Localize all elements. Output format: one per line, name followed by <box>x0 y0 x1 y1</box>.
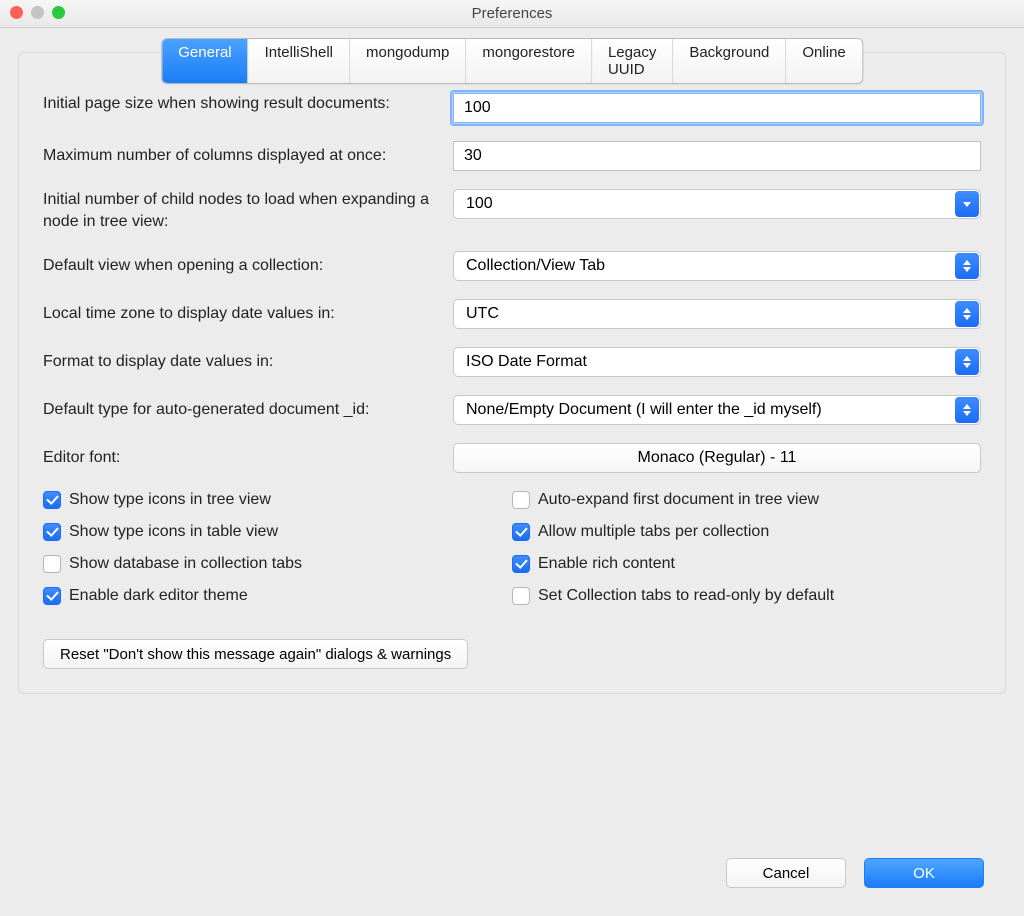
tab-online[interactable]: Online <box>786 39 861 83</box>
chevron-down-icon <box>955 191 979 217</box>
child-nodes-select[interactable]: 100 <box>453 189 981 219</box>
default-view-select[interactable]: Collection/View Tab <box>453 251 981 281</box>
checkbox-label: Auto-expand first document in tree view <box>538 491 819 509</box>
tab-general[interactable]: General <box>162 39 248 83</box>
date-format-select[interactable]: ISO Date Format <box>453 347 981 377</box>
reset-dialogs-button[interactable]: Reset "Don't show this message again" di… <box>43 639 468 669</box>
tab-background[interactable]: Background <box>673 39 786 83</box>
tab-intellishell[interactable]: IntelliShell <box>249 39 350 83</box>
tab-mongorestore[interactable]: mongorestore <box>466 39 592 83</box>
window-title: Preferences <box>472 5 553 22</box>
checkbox-icon <box>43 555 61 573</box>
updown-icon <box>955 253 979 279</box>
date-format-label: Format to display date values in: <box>43 351 453 373</box>
checkbox-label: Enable rich content <box>538 555 675 573</box>
checkbox-icon <box>43 491 61 509</box>
max-columns-input[interactable] <box>453 141 981 171</box>
check-table-icons[interactable]: Show type icons in table view <box>43 523 512 541</box>
check-dark-theme[interactable]: Enable dark editor theme <box>43 587 512 605</box>
ok-button[interactable]: OK <box>864 858 984 888</box>
timezone-select[interactable]: UTC <box>453 299 981 329</box>
cancel-button[interactable]: Cancel <box>726 858 846 888</box>
updown-icon <box>955 301 979 327</box>
checkbox-label: Enable dark editor theme <box>69 587 248 605</box>
id-type-label: Default type for auto-generated document… <box>43 399 453 421</box>
check-readonly-tabs[interactable]: Set Collection tabs to read-only by defa… <box>512 587 981 605</box>
checkbox-icon <box>512 523 530 541</box>
id-type-select[interactable]: None/Empty Document (I will enter the _i… <box>453 395 981 425</box>
titlebar: Preferences <box>0 0 1024 28</box>
tab-mongodump[interactable]: mongodump <box>350 39 466 83</box>
checkbox-label: Set Collection tabs to read-only by defa… <box>538 587 834 605</box>
check-rich-content[interactable]: Enable rich content <box>512 555 981 573</box>
updown-icon <box>955 397 979 423</box>
child-nodes-label: Initial number of child nodes to load wh… <box>43 189 453 233</box>
default-view-label: Default view when opening a collection: <box>43 255 453 277</box>
page-size-input[interactable] <box>453 93 981 123</box>
editor-font-label: Editor font: <box>43 447 453 469</box>
checkbox-label: Allow multiple tabs per collection <box>538 523 769 541</box>
editor-font-button[interactable]: Monaco (Regular) - 11 <box>453 443 981 473</box>
close-window-icon[interactable] <box>10 6 23 19</box>
check-show-db[interactable]: Show database in collection tabs <box>43 555 512 573</box>
checkbox-icon <box>512 491 530 509</box>
tabs: General IntelliShell mongodump mongorest… <box>161 38 863 84</box>
checkbox-icon <box>43 587 61 605</box>
updown-icon <box>955 349 979 375</box>
minimize-window-icon <box>31 6 44 19</box>
checkbox-icon <box>512 555 530 573</box>
tab-legacy-uuid[interactable]: Legacy UUID <box>592 39 673 83</box>
check-multi-tabs[interactable]: Allow multiple tabs per collection <box>512 523 981 541</box>
check-auto-expand[interactable]: Auto-expand first document in tree view <box>512 491 981 509</box>
check-tree-icons[interactable]: Show type icons in tree view <box>43 491 512 509</box>
zoom-window-icon[interactable] <box>52 6 65 19</box>
checkbox-label: Show type icons in table view <box>69 523 278 541</box>
checkbox-icon <box>43 523 61 541</box>
checkbox-label: Show type icons in tree view <box>69 491 271 509</box>
page-size-label: Initial page size when showing result do… <box>43 93 453 115</box>
checkbox-icon <box>512 587 530 605</box>
preferences-panel: General IntelliShell mongodump mongorest… <box>18 52 1006 694</box>
checkbox-label: Show database in collection tabs <box>69 555 302 573</box>
timezone-label: Local time zone to display date values i… <box>43 303 453 325</box>
max-columns-label: Maximum number of columns displayed at o… <box>43 145 453 167</box>
